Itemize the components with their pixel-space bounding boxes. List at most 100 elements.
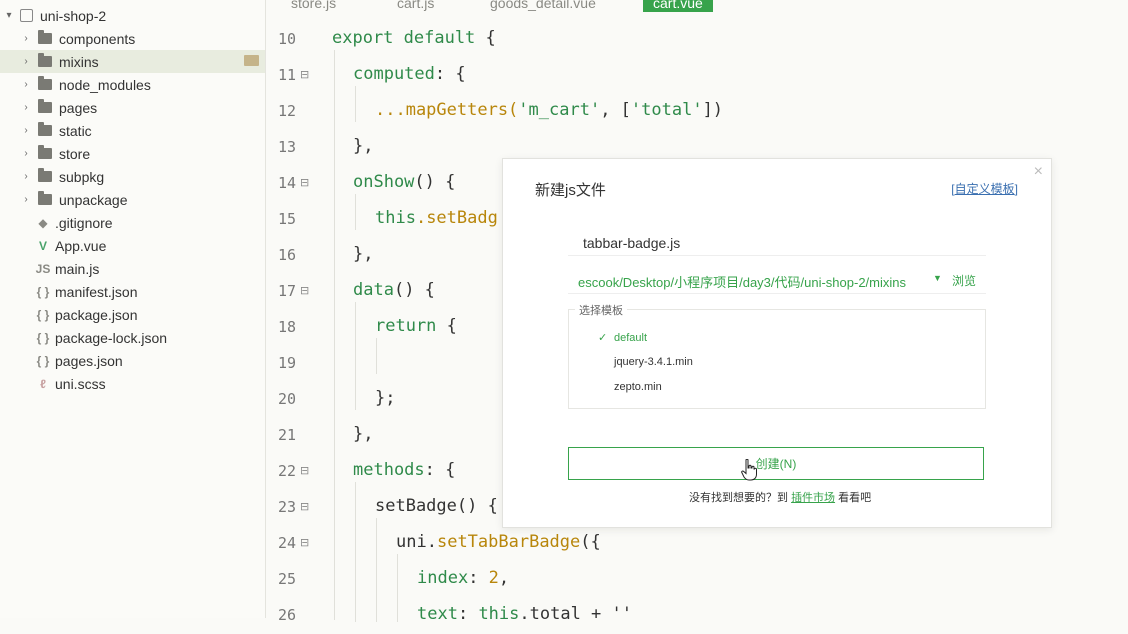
- fold-toggle-icon[interactable]: ⊟: [300, 536, 309, 549]
- tree-item-components[interactable]: › components: [0, 27, 265, 50]
- code-token: 'total': [630, 100, 703, 120]
- fold-toggle-icon[interactable]: ⊟: [300, 176, 309, 189]
- line-number: 22: [277, 462, 296, 480]
- json-file-icon: { }: [36, 284, 50, 299]
- folder-icon: [38, 53, 52, 67]
- tree-label: pages: [59, 99, 98, 116]
- chevron-right-icon[interactable]: ›: [20, 33, 32, 44]
- path-selector[interactable]: escook/Desktop/小程序项目/day3/代码/uni-shop-2/…: [568, 265, 986, 294]
- tree-item-gitignore[interactable]: ◆ .gitignore: [0, 211, 265, 234]
- code-text: },: [353, 244, 374, 264]
- fold-toggle-icon[interactable]: ⊟: [300, 500, 309, 513]
- code-token: text: [417, 604, 458, 624]
- code-text: ...mapGetters('m_cart', ['total']): [375, 100, 723, 120]
- open-folder-icon[interactable]: [244, 55, 259, 66]
- line-number: 23: [277, 498, 296, 516]
- js-file-icon: JS: [35, 261, 51, 276]
- chevron-right-icon[interactable]: ›: [20, 171, 32, 182]
- folder-icon: [38, 99, 52, 113]
- code-token: ]): [702, 100, 724, 120]
- code-token: .total + '': [519, 604, 632, 624]
- code-token: , [: [600, 100, 631, 120]
- code-token: 'm_cart': [518, 100, 601, 120]
- tree-item-uni-scss[interactable]: ℓ uni.scss: [0, 372, 265, 395]
- code-token: {: [475, 28, 496, 48]
- template-item-jquery[interactable]: jquery-3.4.1.min: [614, 356, 693, 368]
- tree-label: mixins: [59, 53, 99, 70]
- tree-item-pages[interactable]: › pages: [0, 96, 265, 119]
- template-list: 选择模板 ✓ default jquery-3.4.1.min zepto.mi…: [568, 302, 986, 409]
- tree-item-package-lock-json[interactable]: { } package-lock.json: [0, 326, 265, 349]
- code-token: ...mapGetters(: [375, 100, 519, 120]
- tree-label: main.js: [55, 260, 100, 277]
- chevron-right-icon[interactable]: ›: [20, 79, 32, 90]
- chevron-down-icon[interactable]: ▾: [3, 10, 15, 21]
- code-token: :: [468, 568, 489, 588]
- path-value: escook/Desktop/小程序项目/day3/代码/uni-shop-2/…: [578, 275, 907, 290]
- tree-item-mixins[interactable]: › mixins: [0, 50, 265, 73]
- note-prefix: 没有找到想要的？到: [689, 492, 792, 504]
- chevron-right-icon[interactable]: ›: [20, 194, 32, 205]
- code-token: onShow: [353, 172, 415, 192]
- template-item-default[interactable]: ✓ default: [598, 332, 647, 344]
- fold-toggle-icon[interactable]: ⊟: [300, 464, 309, 477]
- custom-template-link[interactable]: 自定义模板: [955, 182, 1015, 196]
- caret-down-icon[interactable]: ▼: [933, 273, 942, 283]
- chevron-right-icon[interactable]: ›: [20, 102, 32, 113]
- chevron-right-icon[interactable]: ›: [20, 148, 32, 159]
- code-token: uni: [396, 532, 427, 552]
- filename-input[interactable]: [568, 230, 986, 256]
- tree-item-store[interactable]: › store: [0, 142, 265, 165]
- line-number: 13: [277, 138, 296, 156]
- tree-root-project[interactable]: ▾ uni-shop-2: [0, 4, 265, 27]
- code-token: () {: [393, 280, 435, 300]
- fold-toggle-icon[interactable]: ⊟: [300, 284, 309, 297]
- file-explorer: ▾ uni-shop-2 › components › mixins › nod…: [0, 0, 266, 618]
- tree-item-package-json[interactable]: { } package.json: [0, 303, 265, 326]
- tree-label: uni.scss: [55, 375, 106, 392]
- code-text: computed: {: [353, 64, 466, 84]
- code-text: data() {: [353, 280, 435, 300]
- dialog-title: 新建js文件: [535, 182, 606, 199]
- line-number: 12: [277, 102, 296, 120]
- tree-label: package.json: [55, 306, 138, 323]
- close-icon[interactable]: ×: [1034, 163, 1043, 181]
- code-token: this: [375, 208, 416, 228]
- tree-label: App.vue: [55, 237, 107, 254]
- chevron-right-icon[interactable]: ›: [20, 56, 32, 67]
- tree-item-app-vue[interactable]: V App.vue: [0, 234, 265, 257]
- code-text: index: 2,: [417, 568, 509, 588]
- folder-icon: [38, 191, 52, 205]
- code-token: : {: [424, 460, 456, 480]
- tree-item-subpkg[interactable]: › subpkg: [0, 165, 265, 188]
- tree-item-unpackage[interactable]: › unpackage: [0, 188, 265, 211]
- code-token: {: [436, 316, 457, 336]
- line-number: 10: [277, 30, 296, 48]
- tree-item-main-js[interactable]: JS main.js: [0, 257, 265, 280]
- code-line: 25 index: 2,: [266, 562, 1128, 598]
- code-token: ({: [580, 532, 601, 552]
- tree-item-pages-json[interactable]: { } pages.json: [0, 349, 265, 372]
- code-text: uni.setTabBarBadge({: [396, 532, 601, 552]
- plugin-market-link[interactable]: 插件市场: [791, 492, 835, 504]
- code-token: : {: [434, 64, 466, 84]
- browse-button[interactable]: 浏览: [952, 272, 976, 289]
- tab-store-js[interactable]: store.js: [291, 0, 336, 12]
- folder-icon: [38, 30, 52, 44]
- fold-toggle-icon[interactable]: ⊟: [300, 68, 309, 81]
- tree-item-static[interactable]: › static: [0, 119, 265, 142]
- tree-item-manifest-json[interactable]: { } manifest.json: [0, 280, 265, 303]
- template-item-zepto[interactable]: zepto.min: [614, 381, 662, 393]
- code-text: },: [353, 136, 374, 156]
- tab-cart-vue[interactable]: cart.vue: [643, 0, 713, 12]
- bracket-close: ]: [1014, 182, 1018, 196]
- json-file-icon: { }: [36, 353, 50, 368]
- chevron-right-icon[interactable]: ›: [20, 125, 32, 136]
- create-button[interactable]: 创建(N): [568, 447, 984, 480]
- code-token: return: [375, 316, 437, 336]
- tab-cart-js[interactable]: cart.js: [397, 0, 434, 12]
- tree-item-node-modules[interactable]: › node_modules: [0, 73, 265, 96]
- code-token: methods: [353, 460, 425, 480]
- tab-goods-detail-vue[interactable]: goods_detail.vue: [490, 0, 596, 12]
- line-number: 26: [277, 606, 296, 624]
